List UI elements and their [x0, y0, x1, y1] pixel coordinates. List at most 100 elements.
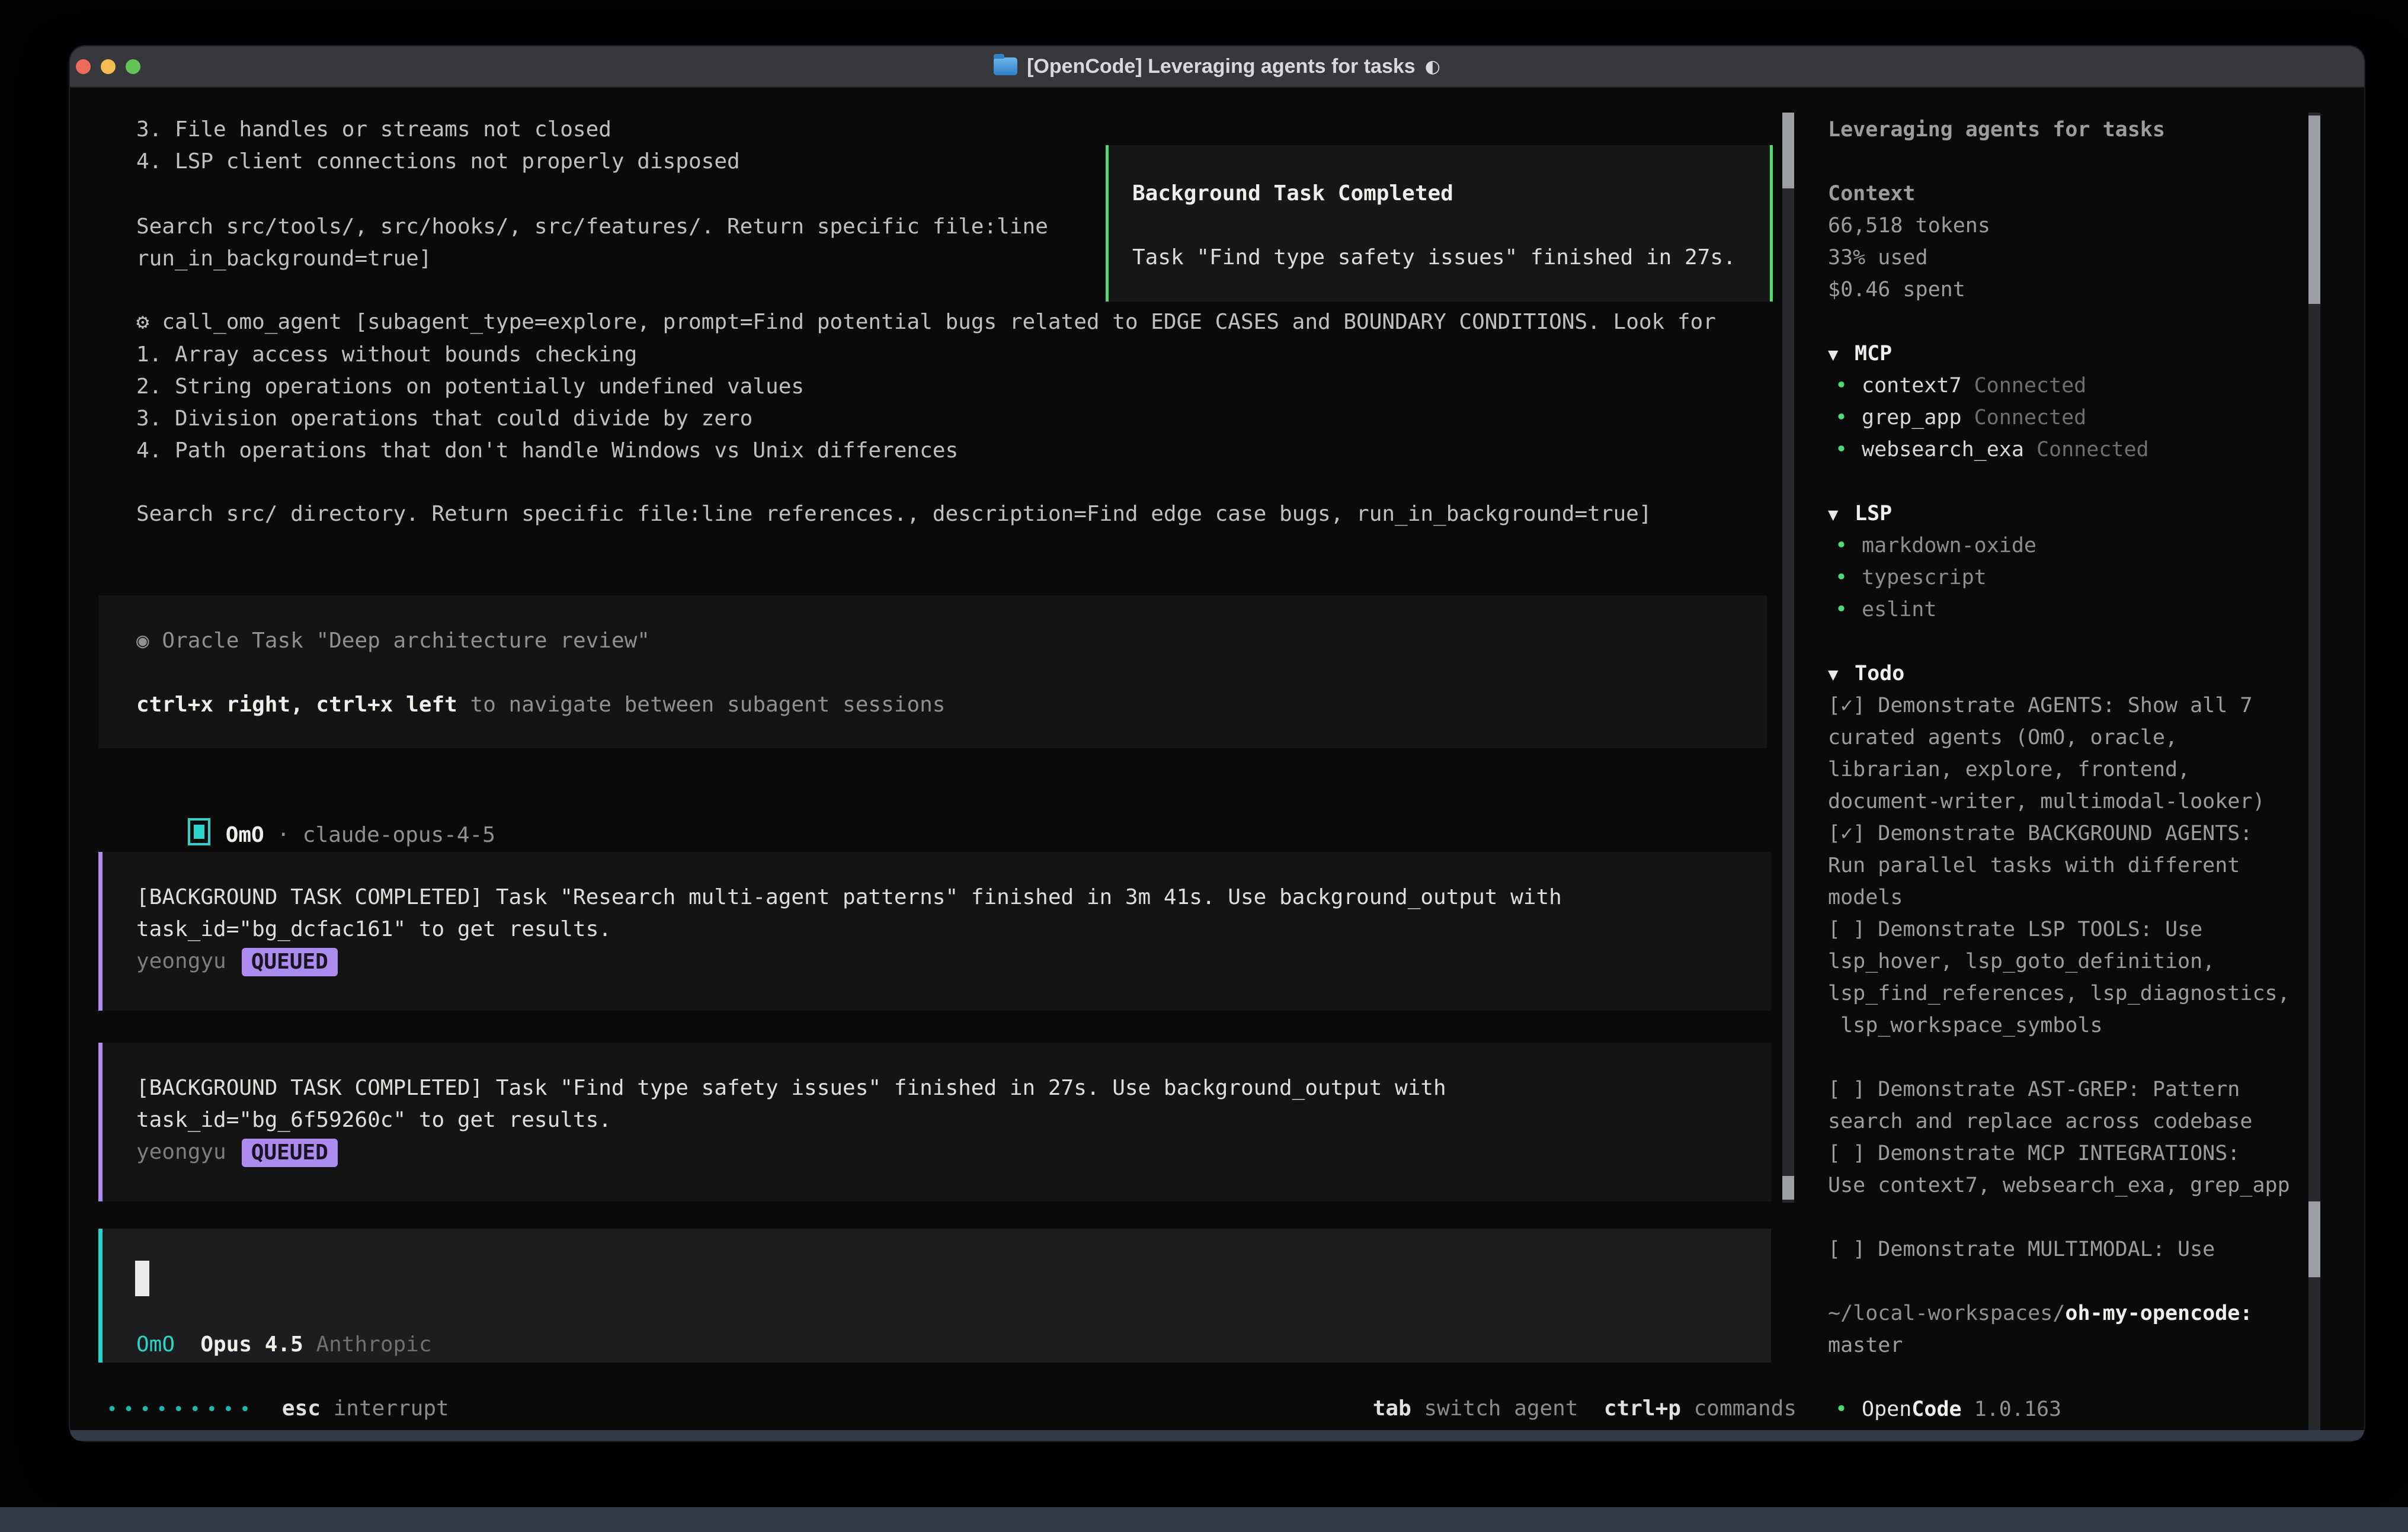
agent-name: OmO: [226, 823, 264, 847]
bullet-icon: •: [1828, 370, 1862, 402]
todo-line-pending: search and replace across codebase: [1828, 1105, 2311, 1137]
toast-body: Task "Find type safety issues" finished …: [1132, 242, 1736, 274]
oracle-icon: ◉: [136, 629, 149, 653]
ctrlp-label: commands: [1681, 1396, 1797, 1421]
todo-line-done: [✓] Demonstrate BACKGROUND AGENTS:: [1828, 818, 2311, 850]
statusbar-left: ••••••••• esc interrupt: [107, 1393, 449, 1426]
todo-line-pending: Use context7, websearch_exa, grep_app: [1828, 1169, 2311, 1201]
esc-label: interrupt: [321, 1396, 449, 1421]
terminal-line: run_in_background=true]: [136, 243, 432, 275]
todo-line-pending: [ ] Demonstrate MCP INTEGRATIONS:: [1828, 1137, 2311, 1169]
bullet-icon: •: [1828, 434, 1862, 466]
terminal-line: 3. File handles or streams not closed: [136, 114, 611, 146]
task-line: task_id="bg_dcfac161" to get results.: [136, 914, 611, 946]
todo-line-done: models: [1828, 882, 2311, 914]
task-meta: yeongyu QUEUED: [136, 946, 338, 977]
half-circle-icon: ◐: [1425, 56, 1440, 77]
context-heading: Context: [1828, 178, 2311, 210]
todo-line-active: lsp_find_references, lsp_diagnostics,: [1828, 977, 2311, 1009]
todo-line-active: lsp_workspace_symbols: [1828, 1009, 2311, 1041]
mcp-item: •websearch_exaConnected: [1828, 434, 2311, 466]
lsp-item: •typescript: [1828, 562, 2311, 594]
sidebar-scrollbar-thumb[interactable]: [2308, 116, 2320, 304]
statusbar-right: tab switch agent ctrl+p commands: [1373, 1393, 1797, 1425]
background-task-toast: Background Task Completed Task "Find typ…: [1106, 145, 1773, 302]
background-task-card: [BACKGROUND TASK COMPLETED] Task "Find t…: [98, 1043, 1771, 1201]
main-scrollbar-thumb[interactable]: [1782, 1176, 1794, 1200]
terminal-line: 1. Array access without bounds checking: [136, 339, 637, 371]
agent-model: claude-opus-4-5: [303, 823, 495, 847]
tab-key: tab: [1373, 1396, 1411, 1421]
todo-line-pending: [ ] Demonstrate AST-GREP: Pattern: [1828, 1073, 2311, 1105]
bullet-icon: •: [1828, 562, 1862, 594]
task-meta: yeongyu QUEUED: [136, 1136, 338, 1168]
mcp-section-header[interactable]: ▼MCP: [1828, 338, 2311, 370]
main-scrollbar-track[interactable]: [1782, 113, 1794, 1203]
shortcut-keys: ctrl+x right, ctrl+x left: [136, 693, 457, 717]
text-cursor: [135, 1261, 149, 1296]
tab-label: switch agent: [1411, 1396, 1578, 1421]
window-bottom-edge: [70, 1430, 2364, 1441]
progress-dots: •••••••••: [107, 1399, 257, 1420]
status-badge: QUEUED: [242, 948, 338, 976]
window-title: [OpenCode] Leveraging agents for tasks: [1027, 55, 1416, 78]
terminal-line: Search src/ directory. Return specific f…: [136, 498, 1652, 530]
shortcut-hint: to navigate between subagent sessions: [457, 693, 946, 717]
esc-key: esc: [282, 1396, 321, 1421]
collapse-icon: ▼: [1828, 658, 1855, 690]
model-info-line: OmO Opus 4.5 Anthropic: [136, 1329, 432, 1393]
todo-line-done: document-writer, multimodal-looker): [1828, 786, 2311, 818]
todo-line-active: lsp_hover, lsp_goto_definition,: [1828, 946, 2311, 977]
terminal-line: 2. String operations on potentially unde…: [136, 371, 804, 403]
bullet-icon: •: [1828, 530, 1862, 562]
tool-call-text: call_omo_agent [subagent_type=explore, p…: [162, 310, 1716, 334]
bullet-icon: •: [1828, 594, 1862, 626]
agent-icon: [188, 818, 210, 845]
collapse-icon: ▼: [1828, 338, 1855, 370]
sidebar: Leveraging agents for tasks Context 66,5…: [1828, 114, 2311, 1425]
lsp-item: •markdown-oxide: [1828, 530, 2311, 562]
terminal-line: 3. Division operations that could divide…: [136, 403, 752, 435]
toast-title: Background Task Completed: [1132, 178, 1453, 210]
terminal-line: 4. Path operations that don't handle Win…: [136, 435, 958, 467]
lsp-section-header[interactable]: ▼LSP: [1828, 498, 2311, 530]
terminal-line: 4. LSP client connections not properly d…: [136, 146, 740, 178]
context-used: 33% used: [1828, 242, 2311, 274]
task-line: [BACKGROUND TASK COMPLETED] Task "Find t…: [136, 1072, 1446, 1104]
main-scrollbar-thumb[interactable]: [1782, 113, 1794, 188]
window-title-group: [OpenCode] Leveraging agents for tasks ◐: [70, 46, 2364, 86]
mcp-item: •context7Connected: [1828, 370, 2311, 402]
todo-section-header[interactable]: ▼Todo: [1828, 658, 2311, 690]
todo-line-done: curated agents (OmO, oracle,: [1828, 722, 2311, 754]
terminal-line: Search src/tools/, src/hooks/, src/featu…: [136, 211, 1048, 243]
status-badge: QUEUED: [242, 1139, 338, 1167]
workspace-branch: master: [1828, 1329, 2311, 1361]
lsp-item: •eslint: [1828, 594, 2311, 626]
task-line: task_id="bg_6f59260c" to get results.: [136, 1104, 611, 1136]
input-model-name: Opus 4.5: [175, 1332, 316, 1357]
task-user: yeongyu: [136, 1140, 226, 1164]
oracle-task-panel: ◉ Oracle Task "Deep architecture review"…: [98, 595, 1767, 748]
mcp-item: •grep_appConnected: [1828, 402, 2311, 434]
context-tokens: 66,518 tokens: [1828, 210, 2311, 242]
sidebar-scrollbar-thumb[interactable]: [2308, 1201, 2320, 1277]
prompt-input[interactable]: OmO Opus 4.5 Anthropic: [98, 1229, 1771, 1363]
oracle-task-line: ◉ Oracle Task "Deep architecture review": [136, 625, 650, 657]
sidebar-scrollbar-track[interactable]: [2308, 113, 2320, 1440]
version-line: •OpenCode1.0.163: [1828, 1393, 2311, 1425]
agent-icon-fill: [194, 825, 204, 839]
todo-line-pending: [ ] Demonstrate MULTIMODAL: Use: [1828, 1233, 2311, 1265]
input-provider: Anthropic: [316, 1332, 431, 1357]
tool-call-line: ⚙ call_omo_agent [subagent_type=explore,…: [136, 306, 1716, 338]
task-user: yeongyu: [136, 949, 226, 973]
background-task-card: [BACKGROUND TASK COMPLETED] Task "Resear…: [98, 852, 1771, 1011]
context-spent: $0.46 spent: [1828, 274, 2311, 306]
todo-line-done: Run parallel tasks with different: [1828, 850, 2311, 882]
separator: ·: [264, 823, 303, 847]
desktop-band: [0, 1507, 2408, 1532]
gear-icon: ⚙: [136, 310, 149, 334]
workspace-path: ~/local-workspaces/oh-my-opencode:: [1828, 1297, 2311, 1329]
bullet-icon: •: [1828, 402, 1862, 434]
oracle-hint-line: ctrl+x right, ctrl+x left to navigate be…: [136, 689, 945, 721]
todo-line-done: [✓] Demonstrate AGENTS: Show all 7: [1828, 690, 2311, 722]
